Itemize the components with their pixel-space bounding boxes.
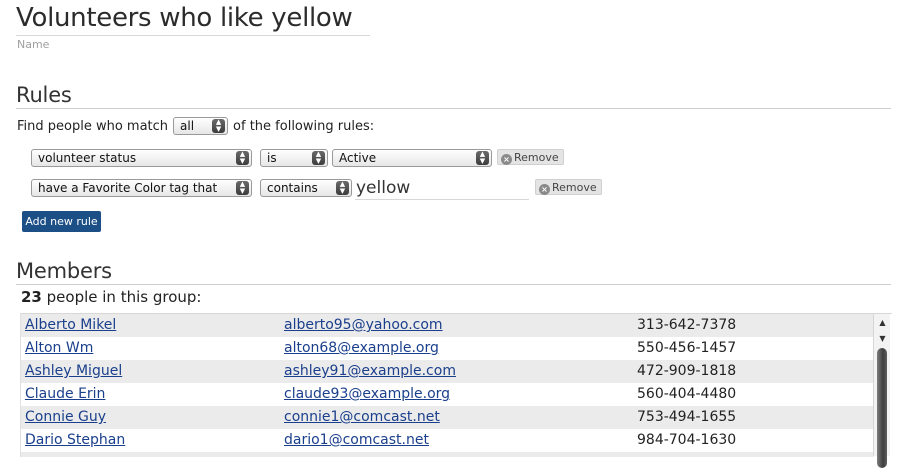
select-arrows-icon: ▲ ▼	[476, 151, 489, 165]
member-name-link[interactable]: Dario Stephan	[25, 429, 125, 452]
table-row: Claude Erin claude93@example.org 560-404…	[21, 383, 874, 406]
member-count-suffix: people in this group:	[46, 288, 202, 306]
remove-x-icon: ×	[501, 154, 512, 165]
table-row: Connie Guy connie1@comcast.net 753-494-1…	[21, 406, 874, 429]
members-heading: Members	[16, 258, 891, 285]
table-row: Dario Stephan dario1@comcast.net 984-704…	[21, 429, 874, 452]
table-row: Alberto Mikel alberto95@yahoo.com 313-64…	[21, 314, 874, 337]
member-phone: 313-642-7378	[637, 317, 737, 333]
rule-2-value-input[interactable]	[355, 176, 529, 200]
member-phone: 753-494-1655	[637, 409, 737, 425]
member-email-link[interactable]: alberto95@yahoo.com	[284, 314, 443, 337]
table-row: Ashley Miguel ashley91@example.com 472-9…	[21, 360, 874, 383]
select-arrows-icon: ▲ ▼	[312, 151, 325, 165]
match-mode-value: all	[180, 119, 195, 133]
member-email-link[interactable]: ashley91@example.com	[284, 360, 456, 383]
rule-2-remove-label: Remove	[552, 181, 597, 194]
rule-1-value-value: Active	[339, 151, 377, 165]
member-name-link[interactable]: Alton Wm	[25, 337, 93, 360]
scroll-up-arrow-icon[interactable]: ▲	[878, 318, 887, 327]
match-mode-select[interactable]: all ▲ ▼	[173, 117, 229, 135]
rule-2-field-select[interactable]: have a Favorite Color tag that ▲ ▼	[31, 179, 252, 197]
member-email-link[interactable]: connie1@comcast.net	[284, 406, 440, 429]
member-name-link[interactable]: Connie Guy	[25, 406, 106, 429]
match-line: Find people who match all ▲ ▼ of the foll…	[17, 117, 374, 135]
scroll-down-arrow-icon[interactable]: ▼	[878, 334, 887, 343]
rule-1-remove-label: Remove	[514, 151, 559, 164]
rule-1-remove-button[interactable]: × Remove	[497, 149, 564, 165]
select-arrows-icon: ▲ ▼	[212, 119, 226, 133]
select-arrows-icon: ▲ ▼	[236, 181, 249, 195]
table-row	[21, 452, 874, 457]
scrollbar-thumb[interactable]	[877, 348, 887, 468]
select-arrows-icon: ▲ ▼	[336, 181, 349, 195]
group-name-block: Volunteers who like yellow Name	[16, 2, 370, 51]
select-arrows-icon: ▲ ▼	[236, 151, 249, 165]
members-list: Alberto Mikel alberto95@yahoo.com 313-64…	[20, 313, 892, 457]
member-name-link[interactable]: Ashley Miguel	[25, 360, 122, 383]
member-phone: 472-909-1818	[637, 363, 737, 379]
rule-2-field-value: have a Favorite Color tag that	[38, 181, 218, 195]
rule-1-operator-value: is	[267, 151, 277, 165]
member-email-link[interactable]: alton68@example.org	[284, 337, 439, 360]
member-phone: 984-704-1630	[637, 432, 737, 448]
add-new-rule-button[interactable]: Add new rule	[22, 211, 101, 232]
rule-2-operator-select[interactable]: contains ▲ ▼	[260, 179, 352, 197]
match-suffix-text: of the following rules:	[233, 118, 375, 134]
member-name-link[interactable]: Alberto Mikel	[25, 314, 116, 337]
member-phone: 550-456-1457	[637, 340, 737, 356]
member-phone: 560-404-4480	[637, 386, 737, 402]
rule-2-operator-value: contains	[267, 181, 318, 195]
rule-2-remove-button[interactable]: × Remove	[535, 179, 602, 195]
rules-heading: Rules	[16, 82, 891, 109]
members-scrollbar[interactable]: ▲ ▼	[873, 314, 890, 468]
member-email-link[interactable]: claude93@example.org	[284, 383, 450, 406]
table-row: Alton Wm alton68@example.org 550-456-145…	[21, 337, 874, 360]
rule-1-value-select[interactable]: Active ▲ ▼	[332, 149, 492, 167]
rule-1-field-select[interactable]: volunteer status ▲ ▼	[31, 149, 252, 167]
member-name-link[interactable]: Claude Erin	[25, 383, 105, 406]
rule-1-field-value: volunteer status	[38, 151, 137, 165]
member-email-link[interactable]: dario1@comcast.net	[284, 429, 429, 452]
remove-x-icon: ×	[539, 184, 550, 195]
group-name-field[interactable]: Volunteers who like yellow	[16, 2, 370, 36]
member-count-line: 23 people in this group:	[21, 288, 201, 306]
rule-1-operator-select[interactable]: is ▲ ▼	[260, 149, 328, 167]
group-name-label: Name	[17, 38, 50, 51]
member-count: 23	[21, 288, 42, 306]
match-prefix-text: Find people who match	[17, 118, 169, 134]
